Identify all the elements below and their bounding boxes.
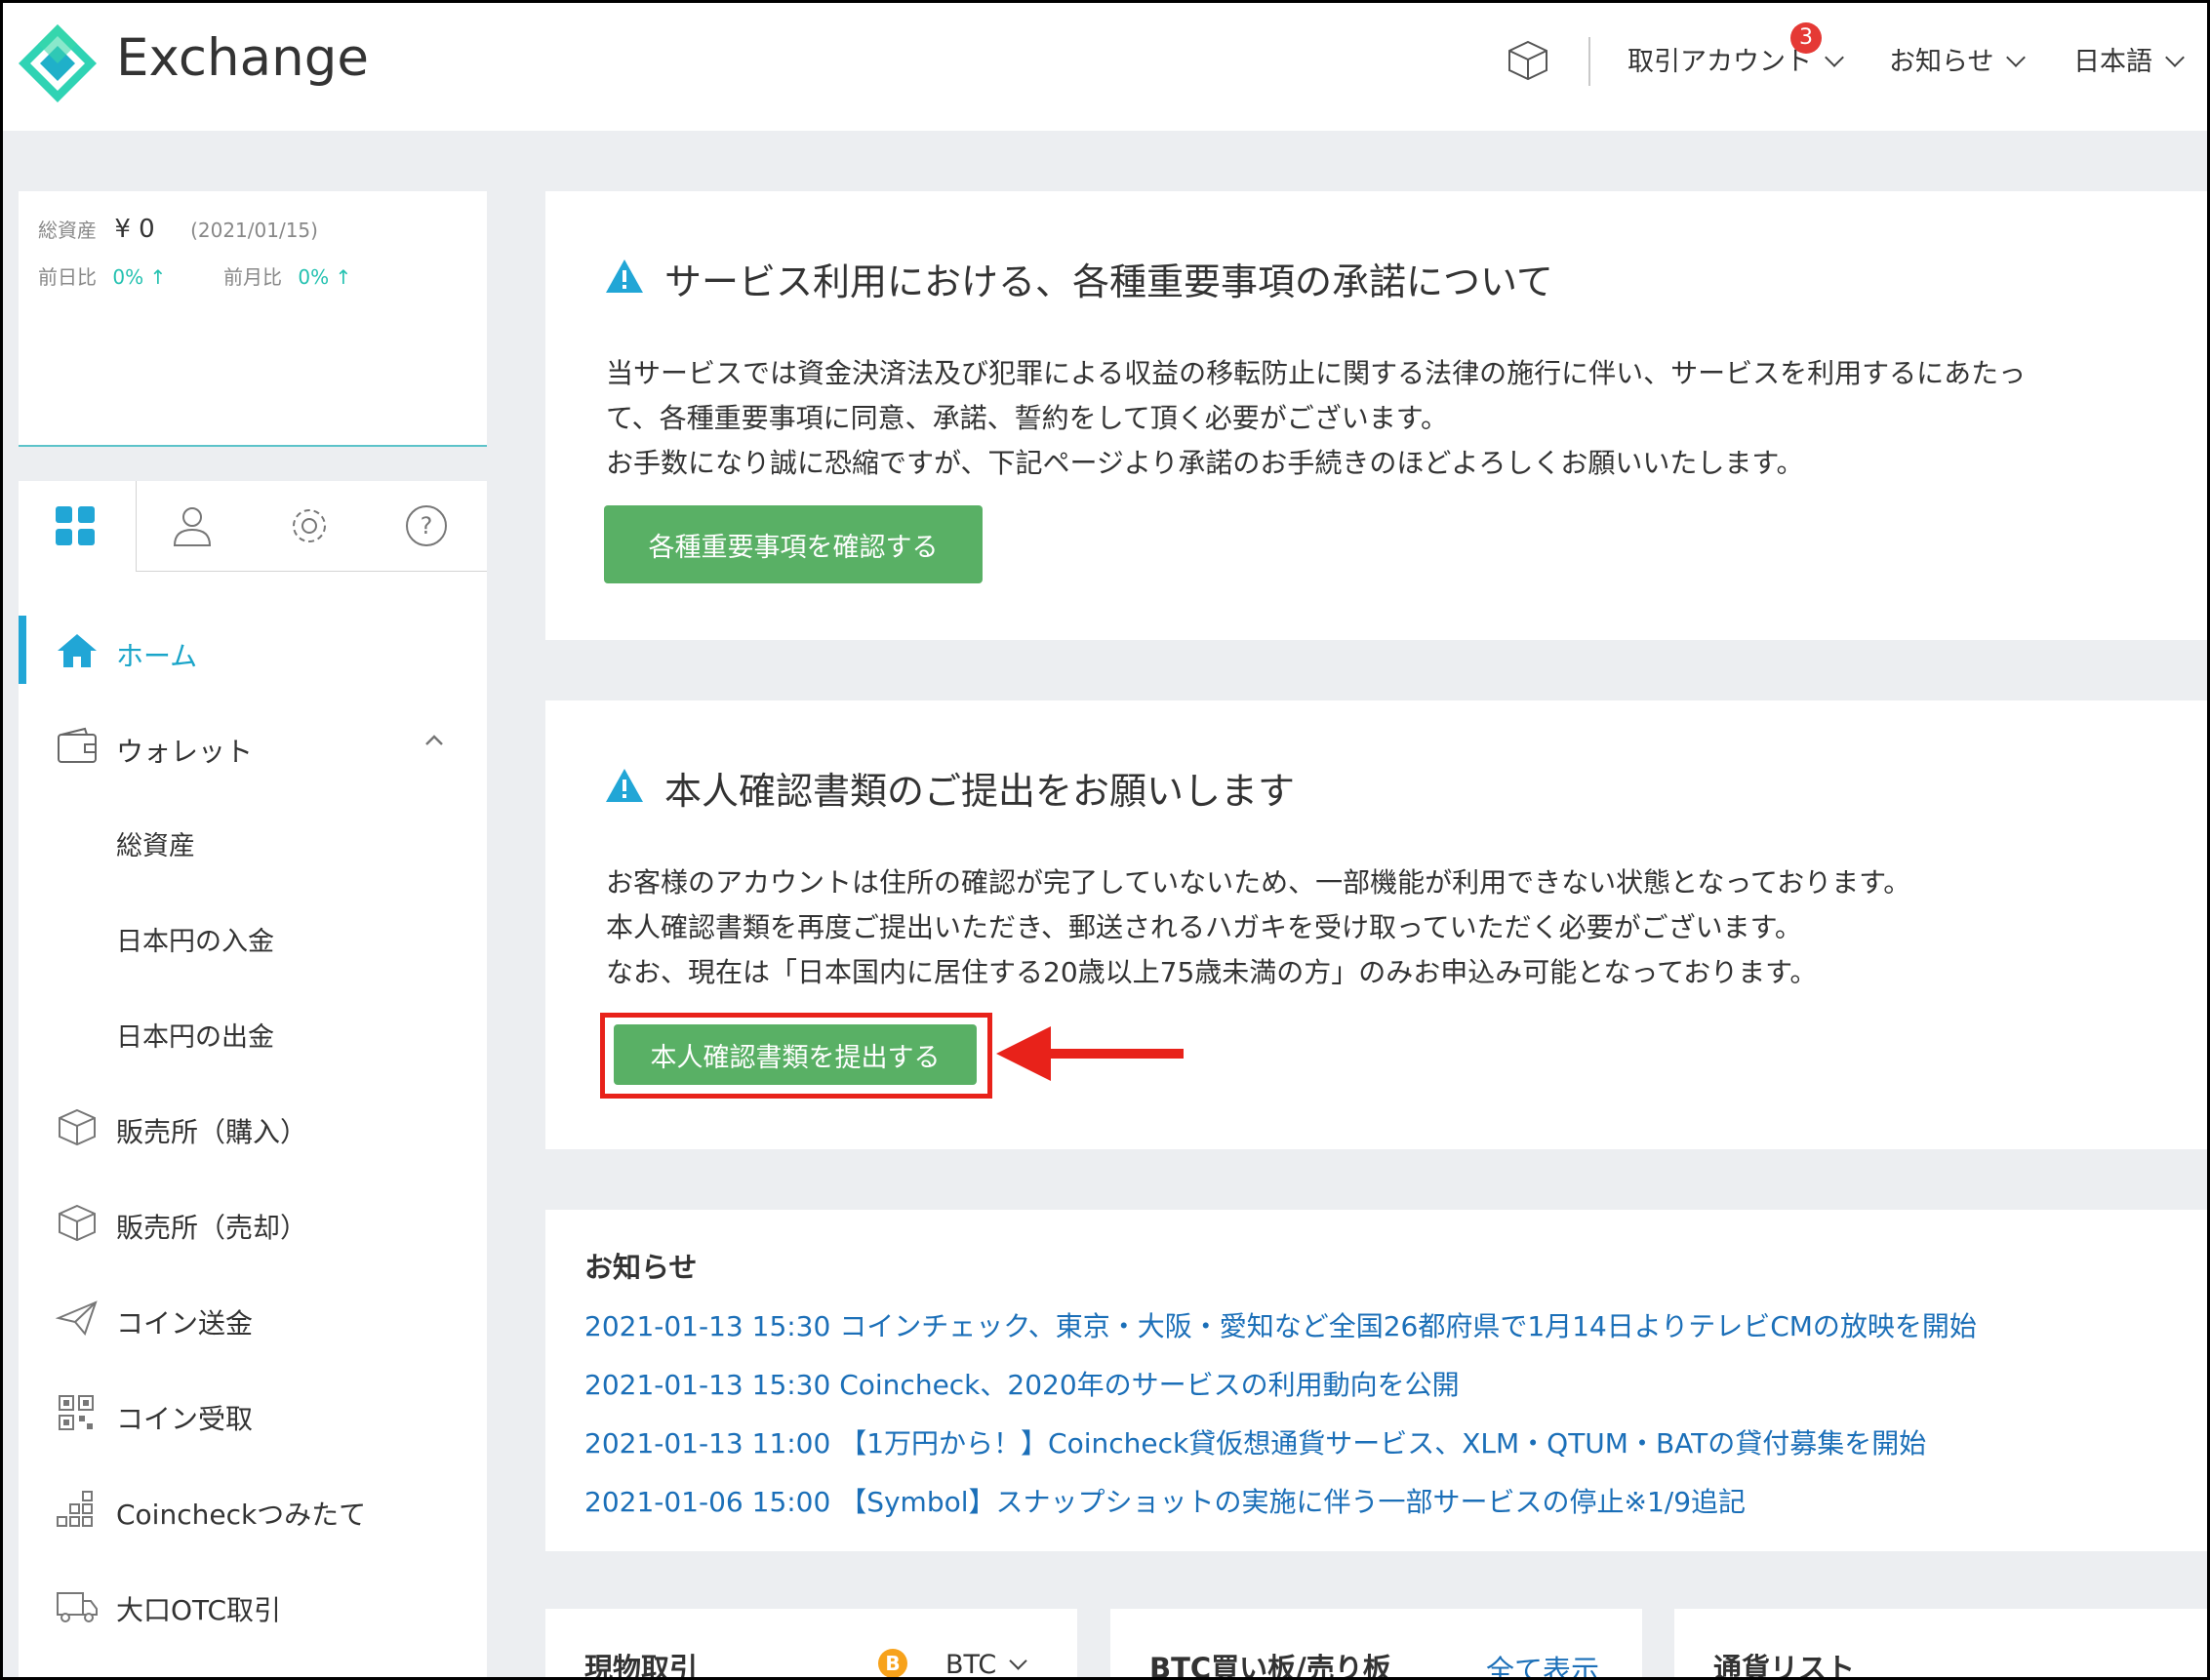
truck-icon [57, 1592, 98, 1622]
card-text-line: お客様のアカウントは住所の確認が完了していないため、一部機能が利用できない状態と… [606, 866, 1911, 899]
bitcoin-icon: B [878, 1649, 907, 1677]
notification-badge: 3 [1790, 22, 1822, 54]
news-link[interactable]: 2021-01-06 15:00 【Symbol】スナップショットの実施に伴う一… [584, 1481, 1746, 1520]
news-title: お知らせ [584, 1251, 698, 1284]
active-indicator [19, 616, 26, 684]
total-assets-label: 総資産 [38, 219, 97, 242]
chevron-down-icon [2006, 48, 2027, 67]
chevron-down-icon [1009, 1652, 1027, 1670]
sidebar-item-label: Coincheckつみたて [116, 1499, 367, 1531]
chevron-up-icon[interactable] [422, 729, 446, 752]
tab-help[interactable]: ? [370, 481, 487, 571]
wallet-icon [58, 727, 97, 763]
sidebar-item-tsumitate[interactable]: Coincheckつみたて [19, 1474, 487, 1540]
sidebar-item-label: 販売所（購入） [116, 1116, 308, 1148]
home-icon [58, 634, 97, 667]
sidebar-item-label: ホーム [116, 640, 198, 672]
identity-verification-card: 本人確認書類のご提出をお願いします お客様のアカウントは住所の確認が完了していな… [545, 700, 2207, 1149]
cube-icon[interactable] [1506, 38, 1550, 83]
coin-selector[interactable]: BTC [945, 1650, 1027, 1680]
card-text-line: て、各種重要事項に同意、承諾、誓約をして頂く必要がございます。 [606, 402, 1448, 434]
qr-code-icon [59, 1395, 94, 1430]
sidebar-item-wallet[interactable]: ウォレット [19, 711, 487, 778]
month-change-value: 0% ↑ [298, 265, 352, 289]
orderbook-title: BTC買い板/売り板 [1149, 1652, 1391, 1680]
card-title: サービス利用における、各種重要事項の承諾について [664, 260, 1553, 303]
sidebar-tabs: ? [19, 481, 487, 572]
tab-dashboard[interactable] [19, 481, 137, 572]
assets-date: (2021/01/15) [190, 219, 318, 242]
gear-icon [293, 509, 326, 542]
sidebar-item-home[interactable]: ホーム [19, 616, 487, 684]
brand-name[interactable]: Exchange [116, 28, 369, 88]
news-link[interactable]: 2021-01-13 11:00 【1万円から！】Coincheck貸仮想通貨サ… [584, 1422, 1926, 1461]
sidebar-item-label: コイン送金 [116, 1307, 254, 1340]
sidebar-item-label: ウォレット [116, 736, 254, 768]
chevron-down-icon [2165, 48, 2185, 67]
month-change-row: 前月比 0% ↑ [223, 261, 351, 290]
svg-text:B: B [885, 1652, 900, 1675]
sidebar: ? ホーム ウォレット 総資産 日本円の入金 日本円の出金 販売所（購入） 販売… [19, 481, 487, 1677]
month-change-label: 前月比 [223, 265, 282, 289]
card-text-line: なお、現在は「日本国内に居住する20歳以上75歳未満の方」のみお申込み可能となっ… [606, 956, 1818, 988]
submit-id-documents-button[interactable]: 本人確認書類を提出する [614, 1024, 977, 1085]
view-all-link[interactable]: 全て表示 [1486, 1648, 1599, 1677]
news-card: お知らせ 2021-01-13 15:30 コインチェック、東京・大阪・愛知など… [545, 1210, 2207, 1551]
day-change-label: 前日比 [38, 265, 97, 289]
box-icon [59, 1108, 96, 1146]
box-icon [59, 1204, 96, 1242]
sidebar-item-label: 販売所（売却） [116, 1212, 308, 1244]
sidebar-item-label: 大口OTC取引 [116, 1594, 282, 1626]
top-bar: Exchange 取引アカウント 3 お知らせ 日本語 [3, 3, 2207, 131]
exchange-logo-icon[interactable] [17, 22, 99, 104]
chevron-down-icon [1825, 48, 1844, 67]
total-assets-row: 総資産 ¥ 0 (2021/01/15) [38, 215, 318, 244]
card-text-line: お手数になり誠に恐縮ですが、下記ページより承諾のお手続きのほどよろしくお願いいた… [606, 447, 1804, 479]
card-text-line: 当サービスでは資金決済法及び犯罪による収益の移転防止に関する法律の施行に伴い、サ… [606, 357, 2027, 389]
app-window: Exchange 取引アカウント 3 お知らせ 日本語 総資産 ¥ 0 (202… [0, 0, 2210, 1680]
language-label: 日本語 [2073, 47, 2152, 77]
grid-icon [56, 506, 95, 545]
sidebar-subitem-jpy-deposit[interactable]: 日本円の入金 [116, 920, 274, 958]
news-link[interactable]: 2021-01-13 15:30 Coincheck、2020年のサービスの利用… [584, 1364, 1460, 1403]
day-change-row: 前日比 0% ↑ [38, 261, 166, 290]
sidebar-item-send[interactable]: コイン送金 [19, 1283, 487, 1349]
svg-text:?: ? [421, 512, 433, 540]
tab-account[interactable] [136, 481, 253, 571]
card-text-line: 本人確認書類を再度ご提出いただき、郵送されるハガキを受け取っていただく必要がござ… [606, 911, 1802, 943]
language-menu[interactable]: 日本語 [2073, 40, 2185, 78]
card-title: 本人確認書類のご提出をお願いします [664, 770, 1296, 813]
sidebar-item-otc[interactable]: 大口OTC取引 [19, 1570, 487, 1636]
question-icon: ? [406, 505, 447, 546]
confirm-terms-button[interactable]: 各種重要事項を確認する [604, 505, 983, 583]
spot-trading-card: 現物取引 B BTC [545, 1609, 1077, 1680]
news-link[interactable]: 2021-01-13 15:30 コインチェック、東京・大阪・愛知など全国26都… [584, 1305, 1977, 1344]
spot-trading-title: 現物取引 [584, 1652, 699, 1680]
coin-selector-label: BTC [945, 1650, 997, 1680]
sidebar-item-label: コイン受取 [116, 1403, 254, 1435]
tab-settings[interactable] [253, 481, 370, 571]
stacked-boxes-icon [57, 1491, 93, 1527]
sidebar-item-receive[interactable]: コイン受取 [19, 1379, 487, 1445]
currency-list-card: 通貨リスト [1674, 1609, 2207, 1680]
user-icon [173, 507, 212, 546]
notices-label: お知らせ [1889, 47, 1994, 77]
notices-menu[interactable]: お知らせ [1889, 40, 2027, 78]
sidebar-subitem-total-assets[interactable]: 総資産 [116, 824, 195, 862]
total-assets-value: ¥ 0 [114, 215, 155, 244]
orderbook-card: BTC買い板/売り板 全て表示 [1110, 1609, 1642, 1680]
arrow-left-icon [996, 1026, 1184, 1081]
sidebar-item-sell[interactable]: 販売所（売却） [19, 1187, 487, 1254]
sidebar-item-buy[interactable]: 販売所（購入） [19, 1092, 487, 1158]
asset-summary: 総資産 ¥ 0 (2021/01/15) 前日比 0% ↑ 前月比 0% ↑ [19, 191, 487, 447]
sidebar-subitem-jpy-withdraw[interactable]: 日本円の出金 [116, 1016, 274, 1054]
header-divider [1588, 37, 1590, 86]
day-change-value: 0% ↑ [112, 265, 167, 289]
trading-account-label: 取引アカウント [1627, 47, 1812, 77]
warning-icon [606, 260, 643, 293]
warning-icon [606, 769, 643, 802]
important-terms-card: サービス利用における、各種重要事項の承諾について 当サービスでは資金決済法及び犯… [545, 191, 2207, 640]
currency-list-title: 通貨リスト [1713, 1652, 1856, 1680]
paper-plane-icon [56, 1300, 98, 1337]
